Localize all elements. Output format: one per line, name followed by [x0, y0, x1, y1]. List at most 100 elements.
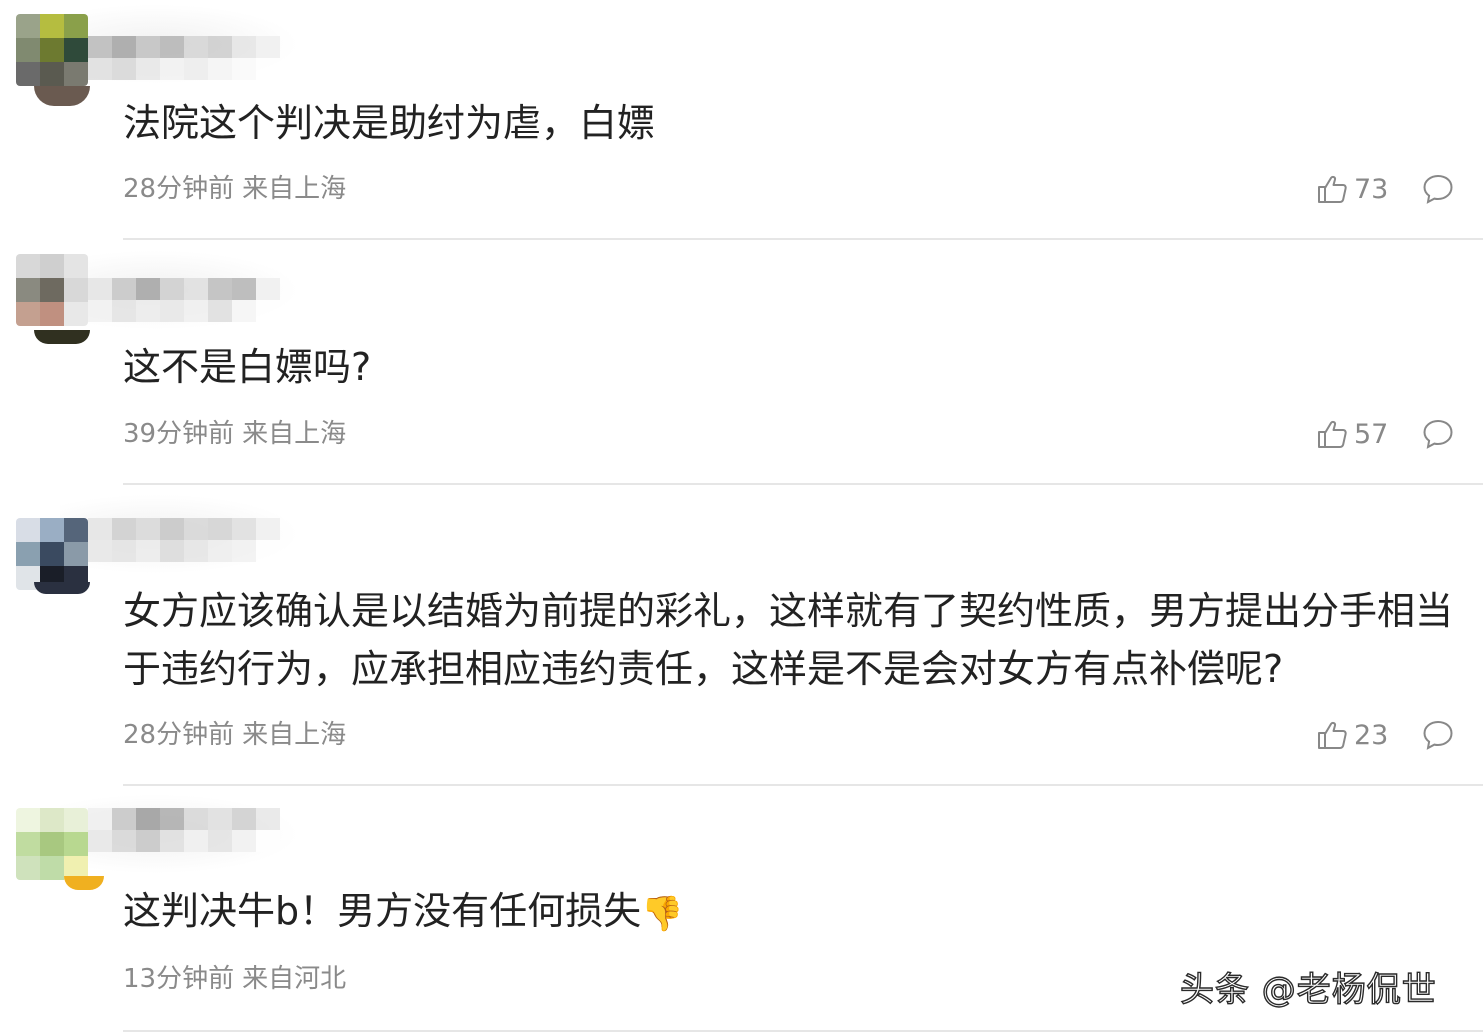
- username-pixel: [208, 278, 232, 300]
- username-pixel: [160, 278, 184, 300]
- username-pixel: [184, 36, 208, 58]
- divider: [123, 238, 1483, 240]
- avatar-pixel: [16, 14, 40, 38]
- comment-location: 来自上海: [242, 720, 347, 750]
- username-pixel: [88, 300, 112, 322]
- username-pixel: [256, 58, 280, 80]
- username-pixel: [136, 540, 160, 562]
- username-pixel: [184, 58, 208, 80]
- username-pixelated[interactable]: [88, 808, 280, 852]
- avatar[interactable]: [16, 14, 88, 86]
- comment-text: 法院这个判决是助纣为虐，白嫖: [123, 101, 656, 145]
- comment-meta: 28分钟前 来自上海: [123, 720, 346, 750]
- avatar-pixel: [40, 518, 64, 542]
- username-pixel: [232, 808, 256, 830]
- avatar-pixel: [16, 278, 40, 302]
- comment-text: 这判决牛b！男方没有任何损失👎: [123, 882, 1453, 943]
- username-pixel: [232, 830, 256, 852]
- avatar-pixel: [64, 278, 88, 302]
- username-pixel: [256, 540, 280, 562]
- username-pixel: [232, 518, 256, 540]
- like-count: 73: [1354, 173, 1389, 205]
- username-pixel: [136, 278, 160, 300]
- divider: [123, 1030, 1483, 1032]
- comment-text-content: 这判决牛b！男方没有任何损失: [123, 889, 642, 933]
- comment-time: 28分钟前: [123, 720, 235, 750]
- username-pixel: [160, 36, 184, 58]
- avatar-pixel: [64, 254, 88, 278]
- username-pixel: [256, 278, 280, 300]
- username-pixel: [136, 36, 160, 58]
- reply-button[interactable]: [1421, 172, 1455, 206]
- divider: [123, 483, 1483, 485]
- like-button[interactable]: 57: [1316, 417, 1388, 451]
- username-pixel: [88, 36, 112, 58]
- username-pixel: [88, 540, 112, 562]
- like-button[interactable]: 23: [1316, 718, 1388, 752]
- username-pixel: [232, 300, 256, 322]
- username-pixel: [112, 518, 136, 540]
- comment-meta: 13分钟前 来自河北: [123, 964, 346, 994]
- username-pixel: [136, 830, 160, 852]
- avatar-pixel: [16, 302, 40, 326]
- username-pixel: [112, 36, 136, 58]
- comment-text: 女方应该确认是以结婚为前提的彩礼，这样就有了契约性质，男方提出分手相当于违约行为…: [123, 589, 1454, 691]
- username-pixel: [160, 540, 184, 562]
- avatar-pixel: [16, 38, 40, 62]
- avatar-pixel: [64, 832, 88, 856]
- username-pixel: [208, 540, 232, 562]
- avatar-pixel: [40, 254, 64, 278]
- username-pixel: [184, 518, 208, 540]
- comment-bubble-icon: [1423, 174, 1453, 204]
- username-pixel: [112, 830, 136, 852]
- username-pixelated[interactable]: [88, 518, 280, 562]
- avatar-pixel: [40, 832, 64, 856]
- divider: [123, 784, 1483, 786]
- avatar-pixel: [64, 518, 88, 542]
- username-pixel: [208, 830, 232, 852]
- avatar-pixel: [16, 62, 40, 86]
- avatar-pixel: [40, 38, 64, 62]
- comment-location: 来自上海: [242, 174, 347, 204]
- comment-location: 来自上海: [242, 419, 347, 449]
- avatar[interactable]: [16, 808, 88, 880]
- username-pixel: [184, 808, 208, 830]
- username-pixel: [184, 540, 208, 562]
- comment-time: 28分钟前: [123, 174, 235, 204]
- username-pixel: [232, 540, 256, 562]
- username-pixel: [136, 58, 160, 80]
- username-pixel: [160, 300, 184, 322]
- avatar-pixel: [16, 856, 40, 880]
- reply-button[interactable]: [1421, 718, 1455, 752]
- avatar-pixel: [64, 302, 88, 326]
- username-pixel: [184, 300, 208, 322]
- username-pixel: [208, 518, 232, 540]
- comment-time: 39分钟前: [123, 419, 235, 449]
- username-pixel: [256, 518, 280, 540]
- username-pixel: [256, 300, 280, 322]
- username-pixelated[interactable]: [88, 278, 280, 322]
- username-pixel: [88, 58, 112, 80]
- avatar-pixel: [40, 302, 64, 326]
- username-pixel: [208, 808, 232, 830]
- username-pixel: [208, 36, 232, 58]
- like-button[interactable]: 73: [1316, 172, 1388, 206]
- thumbs-down-emoji: 👎: [641, 893, 684, 934]
- comment-time: 13分钟前: [123, 964, 235, 994]
- username-pixel: [208, 300, 232, 322]
- thumbs-up-icon: [1318, 175, 1347, 203]
- avatar-pixel: [64, 542, 88, 566]
- username-pixelated[interactable]: [88, 36, 280, 80]
- comment-meta: 28分钟前 来自上海: [123, 174, 346, 204]
- avatar[interactable]: [16, 254, 88, 326]
- avatar[interactable]: [16, 518, 88, 590]
- username-pixel: [208, 58, 232, 80]
- avatar-pixel: [16, 518, 40, 542]
- username-pixel: [136, 518, 160, 540]
- comment-bubble-icon: [1423, 419, 1453, 449]
- avatar-edge: [34, 330, 90, 344]
- avatar-pixel: [64, 14, 88, 38]
- username-pixel: [88, 830, 112, 852]
- reply-button[interactable]: [1421, 417, 1455, 451]
- avatar-edge: [64, 876, 104, 890]
